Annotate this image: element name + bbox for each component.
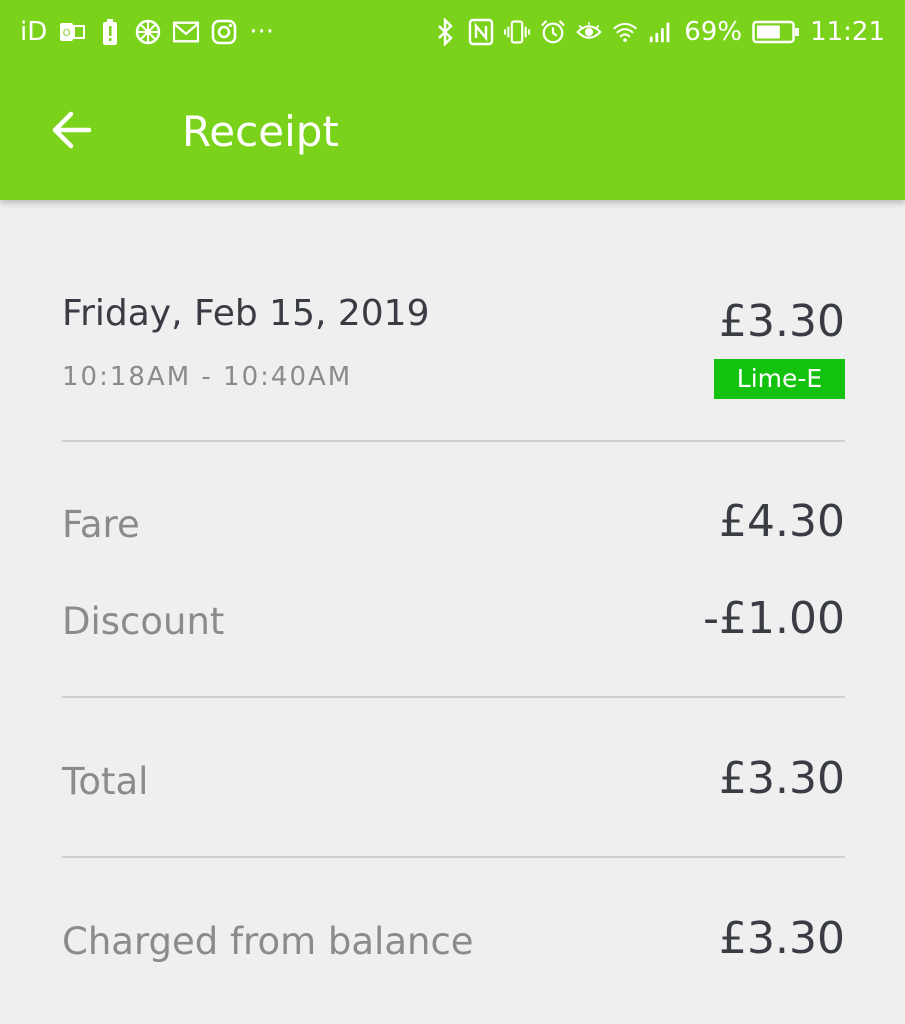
battery-percent: 69% <box>684 17 743 47</box>
charged-label: Charged from balance <box>62 920 474 963</box>
wifi-icon <box>612 18 638 46</box>
trip-date: Friday, Feb 15, 2019 <box>62 293 430 334</box>
battery-icon <box>752 18 800 46</box>
app-bar: iD O ··· 69% 11:21 Receipt <box>0 0 905 200</box>
battery-alert-icon <box>97 18 123 46</box>
back-button[interactable] <box>36 100 106 164</box>
svg-text:O: O <box>63 28 71 39</box>
alarm-icon <box>540 18 566 46</box>
outlook-icon: O <box>59 18 86 46</box>
mail-icon <box>173 18 200 46</box>
status-bar: iD O ··· 69% 11:21 <box>0 0 905 64</box>
signal-icon <box>648 18 674 46</box>
status-bar-system: 69% 11:21 <box>432 12 885 52</box>
vibrate-icon <box>504 18 531 46</box>
charged-value: £3.30 <box>719 913 845 964</box>
bluetooth-icon <box>432 18 458 46</box>
eye-icon <box>576 18 603 46</box>
divider <box>62 856 845 858</box>
instagram-icon <box>211 18 237 46</box>
divider <box>62 696 845 698</box>
citrus-icon <box>135 18 161 46</box>
nfc-icon <box>468 18 494 46</box>
divider <box>62 440 845 442</box>
fare-label: Fare <box>62 503 140 546</box>
vehicle-badge: Lime-E <box>714 359 845 399</box>
clock: 11:21 <box>810 17 885 47</box>
arrow-back-icon <box>49 110 93 154</box>
total-value: £3.30 <box>719 753 845 804</box>
status-bar-notifications: iD O ··· <box>20 12 274 52</box>
more-notifications-icon: ··· <box>249 17 275 47</box>
total-label: Total <box>62 760 149 803</box>
id-app-label: iD <box>20 17 48 47</box>
discount-value: -£1.00 <box>703 593 845 644</box>
fare-value: £4.30 <box>719 496 845 547</box>
trip-time-range: 10:18AM - 10:40AM <box>62 362 353 392</box>
discount-label: Discount <box>62 600 225 643</box>
page-title: Receipt <box>182 107 339 156</box>
trip-amount: £3.30 <box>719 296 845 347</box>
